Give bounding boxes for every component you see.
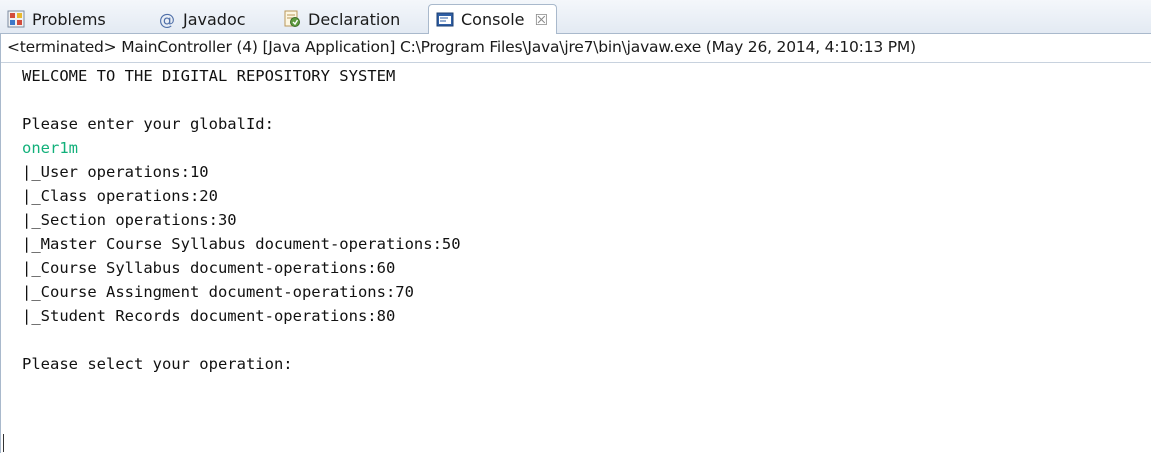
tab-javadoc[interactable]: @ Javadoc [157,4,246,34]
console-line: Please enter your globalId: [22,115,274,133]
console-line: |_User operations:10 [22,163,209,181]
tab-label: Javadoc [183,9,246,29]
tab-declaration[interactable]: Declaration [282,4,400,34]
console-line: |_Class operations:20 [22,187,218,205]
tab-label: Problems [32,9,106,29]
console-status-line: <terminated> MainController (4) [Java Ap… [7,38,916,56]
view-tab-bar: Problems @ Javadoc Declaration Console ☒ [0,0,1151,35]
console-line: WELCOME TO THE DIGITAL REPOSITORY SYSTEM [22,67,396,85]
console-line: |_Course Syllabus document-operations:60 [22,259,396,277]
declaration-icon [282,9,302,29]
tab-console[interactable]: Console ☒ [428,4,557,35]
console-icon [435,10,455,30]
console-line: |_Student Records document-operations:80 [22,307,396,325]
tab-label: Declaration [308,9,401,29]
close-icon[interactable]: ☒ [535,11,548,29]
console-output[interactable]: WELCOME TO THE DIGITAL REPOSITORY SYSTEM… [22,64,461,376]
tab-label: Console [461,10,525,29]
tab-problems[interactable]: Problems [6,4,106,34]
console-user-input: oner1m [22,139,78,157]
console-line: |_Section operations:30 [22,211,237,229]
console-line: Please select your operation: [22,355,293,373]
problems-icon [6,9,26,29]
javadoc-at-icon: @ [159,9,175,29]
console-view[interactable]: <terminated> MainController (4) [Java Ap… [0,34,1151,453]
divider [1,62,1151,63]
console-line: |_Master Course Syllabus document-operat… [22,235,461,253]
text-cursor [3,434,4,452]
console-line: |_Course Assingment document-operations:… [22,283,414,301]
